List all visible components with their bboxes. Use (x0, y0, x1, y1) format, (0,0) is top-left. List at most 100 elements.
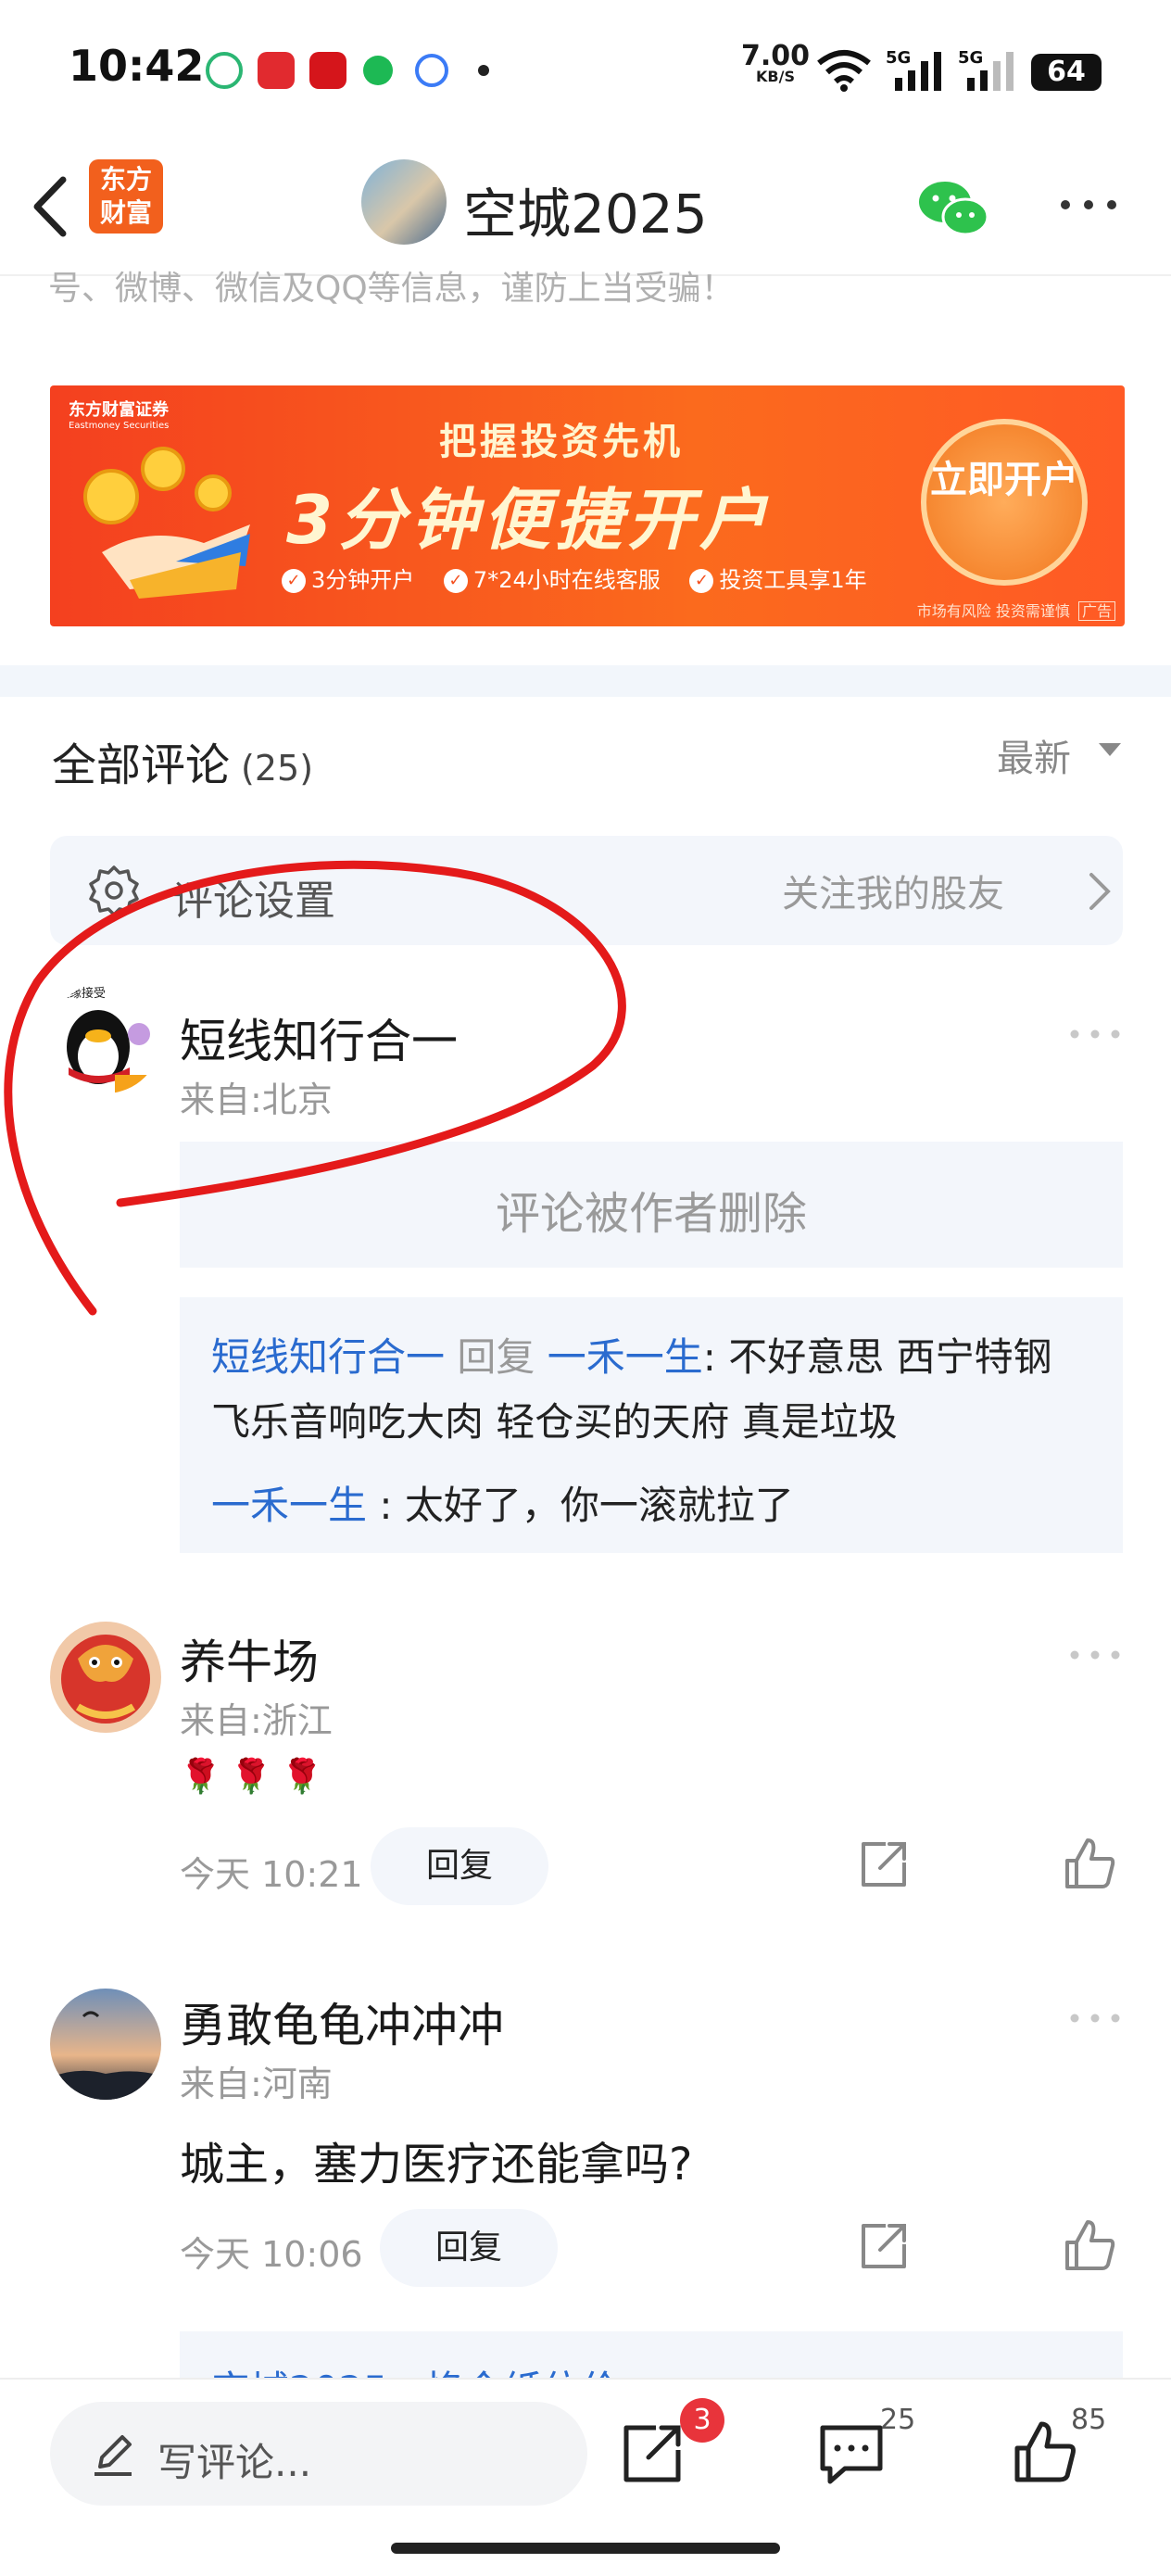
banner-feature-text: 3分钟开户 (311, 567, 415, 593)
sort-dropdown[interactable]: 最新 (997, 728, 1071, 782)
comment-location: 来自:河南 (180, 2064, 333, 2104)
section-divider (0, 665, 1171, 697)
deleted-comment-notice: 评论被作者删除 (180, 1142, 1123, 1268)
comment-content: 城主，塞力医疗还能拿吗? (180, 2139, 693, 2191)
page-title[interactable]: 空城2025 (463, 170, 708, 248)
app-notification-icon (309, 52, 346, 89)
comment-location: 来自:浙江 (180, 1700, 333, 1741)
reply-author[interactable]: 一禾一生 (211, 1483, 367, 1528)
wechat-share-icon[interactable] (917, 176, 991, 241)
banner-risk-disclaimer: 市场有风险 投资需谨慎 广告 (917, 599, 1115, 621)
dragon-avatar-image (50, 1622, 161, 1733)
share-icon[interactable] (858, 2220, 910, 2272)
share-badge: 3 (680, 2398, 724, 2443)
svg-text:5G: 5G (958, 48, 983, 68)
comment-more-icon[interactable] (1067, 2009, 1123, 2027)
sunset-avatar-image (50, 1989, 161, 2100)
penguin-avatar-image: 随缘接受 (50, 982, 161, 1093)
share-icon[interactable] (858, 1838, 910, 1890)
comment-time: 今天 10:21 (180, 1854, 363, 1895)
banner-feature: ✓ 7*24小时在线客服 (443, 567, 661, 593)
reply-thread[interactable]: 短线知行合一 回复 一禾一生: 不好意思 西宁特钢 飞乐音响吃大肉 轻仓买的天府… (180, 1297, 1123, 1553)
banner-main-title: 3分钟便捷开户 (286, 481, 773, 559)
comment-count: 25 (880, 2404, 916, 2436)
comment-username[interactable]: 勇敢龟龟冲冲冲 (180, 1989, 504, 2055)
banner-feature: ✓ 投资工具享1年 (689, 567, 867, 593)
sort-dropdown-arrow-icon[interactable] (1099, 743, 1121, 756)
reply-button[interactable]: 回复 (380, 2209, 558, 2287)
comment-content: 🌹🌹🌹 (180, 1758, 333, 1796)
share-icon[interactable] (619, 2418, 687, 2487)
reply-item[interactable]: 短线知行合一 回复 一禾一生: 不好意思 西宁特钢 飞乐音响吃大肉 轻仓买的天府… (211, 1325, 1101, 1455)
avatar[interactable] (50, 1989, 161, 2100)
wifi-icon (817, 50, 871, 92)
open-account-button[interactable]: 立即开户 (921, 419, 1088, 586)
comment-settings-bar[interactable]: 评论设置 关注我的股友 (50, 836, 1123, 945)
status-bar: 10:42 7.00 KB/S 5G 5G 64 (0, 0, 1171, 139)
comment-time: 今天 10:06 (180, 2234, 363, 2275)
app-notification-icon (363, 56, 393, 85)
comment-settings-label: 评论设置 (172, 878, 335, 925)
nav-bar: 东方 财富 空城2025 (0, 139, 1171, 276)
account-opening-ad-banner[interactable]: 东方财富证券 Eastmoney Securities 把握投资先机 3分钟便捷… (50, 385, 1125, 626)
author-avatar[interactable] (361, 159, 447, 245)
network-speed: 7.00 KB/S (741, 43, 810, 85)
reply-author[interactable]: 短线知行合一 (211, 1334, 445, 1380)
app-notification-icon (258, 52, 295, 89)
comments-header: 全部评论 (25) (52, 728, 313, 793)
app-logo[interactable]: 东方 财富 (89, 159, 163, 234)
reply-text: : 太好了，你一滚就拉了 (367, 1483, 794, 1528)
home-indicator[interactable] (391, 2543, 780, 2554)
reply-item[interactable]: 一禾一生 : 太好了，你一滚就拉了 (211, 1473, 1101, 1538)
safety-notice: 号、微博、微信及QQ等信息，谨防上当受骗！ (48, 270, 735, 308)
banner-brand: 东方财富证券 Eastmoney Securities (69, 397, 169, 431)
ad-label: 广告 (1077, 601, 1115, 621)
app-notification-icon (206, 52, 243, 89)
banner-feature: ✓ 3分钟开户 (282, 567, 414, 593)
avatar[interactable]: 随缘接受 (50, 982, 161, 1093)
banner-brand-en: Eastmoney Securities (69, 421, 170, 431)
chevron-right-icon (1089, 873, 1111, 910)
comment-more-icon[interactable] (1067, 1025, 1123, 1043)
check-icon: ✓ (689, 569, 714, 593)
comment-username[interactable]: 养牛场 (180, 1625, 319, 1692)
follow-friends-link[interactable]: 关注我的股友 (782, 864, 1004, 917)
status-time: 10:42 (69, 41, 205, 91)
write-comment-input[interactable]: 写评论... (50, 2402, 587, 2506)
more-notifications-dot (478, 65, 489, 76)
like-icon[interactable] (1062, 2218, 1117, 2274)
pen-icon (94, 2435, 132, 2476)
reply-verb: 回复 (457, 1334, 535, 1380)
like-icon[interactable] (1062, 1837, 1117, 1892)
check-icon: ✓ (443, 569, 468, 593)
logo-text-top: 东方 (99, 164, 152, 195)
app-notification-icon (415, 54, 448, 87)
reply-target[interactable]: 一禾一生 (548, 1334, 703, 1380)
more-options-icon[interactable] (1056, 191, 1121, 219)
logo-text-bottom: 财富 (99, 197, 152, 228)
battery-indicator: 64 (1031, 54, 1102, 91)
svg-text:5G: 5G (886, 48, 911, 68)
banner-feature-text: 投资工具享1年 (719, 567, 867, 593)
svg-text:随缘接受: 随缘接受 (57, 986, 106, 1001)
comment-location: 来自:北京 (180, 1080, 333, 1120)
deleted-comment-text: 评论被作者删除 (495, 1188, 807, 1240)
bottom-action-bar: 写评论... 3 25 85 (0, 2378, 1171, 2576)
comments-count: (25) (241, 748, 314, 789)
banner-feature-text: 7*24小时在线客服 (472, 567, 661, 593)
banner-features: ✓ 3分钟开户 ✓ 7*24小时在线客服 ✓ 投资工具享1年 (282, 562, 889, 594)
comment-more-icon[interactable] (1067, 1646, 1123, 1664)
comment-icon[interactable] (817, 2418, 886, 2487)
write-comment-placeholder: 写评论... (157, 2440, 312, 2485)
avatar[interactable] (50, 1622, 161, 1733)
reply-button[interactable]: 回复 (371, 1827, 548, 1905)
back-arrow-icon[interactable] (28, 174, 74, 239)
check-icon: ✓ (282, 569, 306, 593)
signal-5g-icon: 5G (886, 48, 941, 91)
banner-headline: 把握投资先机 (439, 421, 684, 463)
risk-text: 市场有风险 投资需谨慎 (916, 602, 1070, 620)
comments-title: 全部评论 (52, 739, 231, 791)
comment-username[interactable]: 短线知行合一 (180, 1004, 458, 1071)
signal-5g-icon: 5G (958, 48, 1014, 91)
like-icon[interactable] (1010, 2418, 1078, 2487)
